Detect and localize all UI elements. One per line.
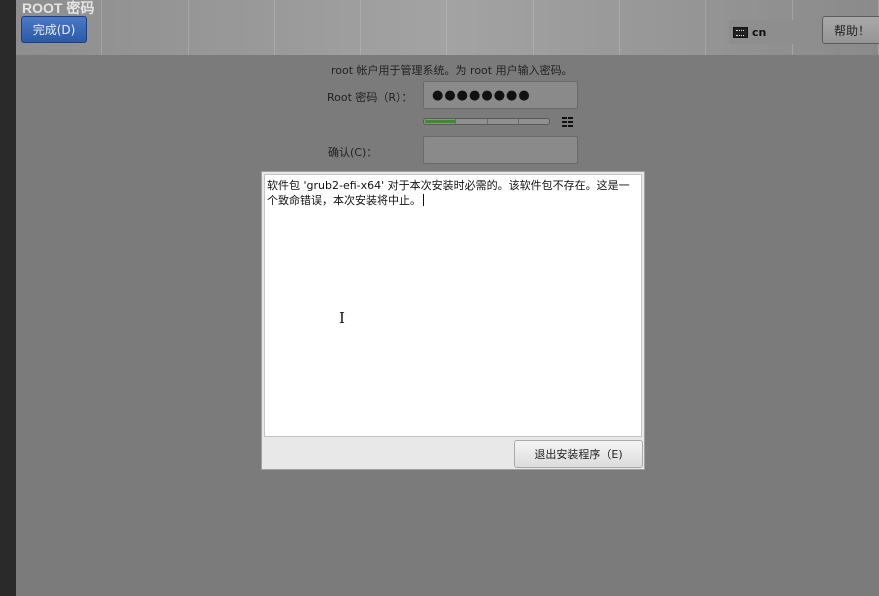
error-dialog: 软件包 'grub2-efi-x64' 对于本次安装时必需的。该软件包不存在。这… <box>261 171 645 470</box>
confirm-password-field[interactable] <box>423 136 578 164</box>
root-password-label: Root 密码（R）： <box>327 91 413 104</box>
left-edge-strip <box>0 0 16 596</box>
form-description: root 帐户用于管理系统。为 root 用户输入密码。 <box>331 64 573 77</box>
keyboard-layout-label: cn <box>752 25 767 39</box>
root-password-value: ●●●●●●●● <box>432 88 531 103</box>
password-strength-bar <box>423 118 550 125</box>
keyboard-icon <box>733 26 748 38</box>
password-strength-fill <box>425 120 456 123</box>
help-button[interactable]: 帮助！ <box>822 16 879 44</box>
ibeam-cursor-icon: I <box>339 309 345 327</box>
done-button[interactable]: 完成(D) <box>21 16 87 43</box>
password-strength-icon <box>562 117 573 127</box>
keyboard-layout-indicator[interactable]: cn <box>729 20 819 44</box>
error-message-area[interactable]: 软件包 'grub2-efi-x64' 对于本次安装时必需的。该软件包不存在。这… <box>264 174 642 437</box>
quit-installer-button[interactable]: 退出安装程序（E) <box>514 440 643 468</box>
confirm-password-label: 确认(C)： <box>328 146 378 159</box>
text-caret <box>423 194 424 206</box>
root-password-field[interactable]: ●●●●●●●● <box>423 81 578 109</box>
error-message-text: 软件包 'grub2-efi-x64' 对于本次安装时必需的。该软件包不存在。这… <box>267 179 630 207</box>
